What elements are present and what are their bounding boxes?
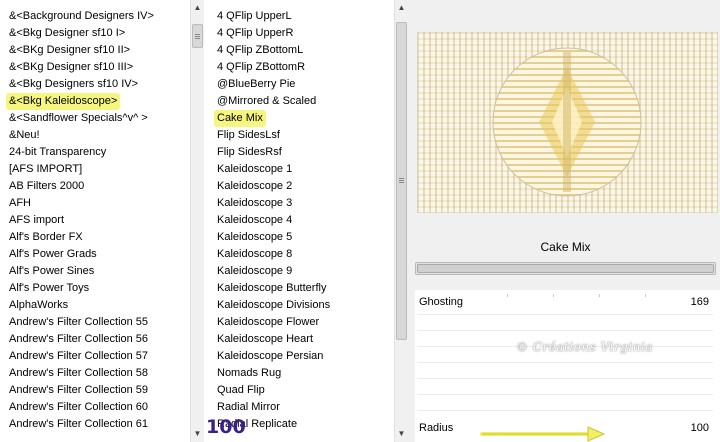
category-list-item[interactable]: Andrew's Filter Collection 60 [6, 399, 151, 416]
grip-line [195, 38, 200, 39]
category-list-item[interactable]: &<Background Designers IV> [6, 8, 157, 25]
slider-tick [645, 294, 646, 297]
scroll-up-icon[interactable]: ▲ [191, 0, 204, 16]
filter-list-item[interactable]: Kaleidoscope Heart [214, 331, 316, 348]
filter-list-item[interactable]: Nomads Rug [214, 365, 284, 382]
category-list-item[interactable]: AFS import [6, 212, 67, 229]
ghosting-value: 169 [690, 296, 709, 308]
scroll-thumb[interactable] [396, 22, 407, 340]
grip-line [195, 36, 200, 37]
radius-value: 100 [690, 422, 709, 434]
scroll-up-icon[interactable]: ▲ [395, 0, 408, 16]
filter-list-item[interactable]: Kaleidoscope Divisions [214, 297, 333, 314]
slider-tick [507, 294, 508, 297]
filter-list-item[interactable]: Kaleidoscope 8 [214, 246, 295, 263]
slider-tick [553, 294, 554, 297]
category-list-item[interactable]: &<Sandflower Specials^v^ > [6, 110, 151, 127]
filter-list-item[interactable]: Flip SidesLsf [214, 127, 283, 144]
row-divider [417, 314, 713, 315]
category-list-item[interactable]: Andrew's Filter Collection 55 [6, 314, 151, 331]
category-list-item[interactable]: [AFS IMPORT] [6, 161, 85, 178]
filter-list-item[interactable]: Quad Flip [214, 382, 268, 399]
filter-list-item[interactable]: @Mirrored & Scaled [214, 93, 319, 110]
filter-list-item[interactable]: 4 QFlip ZBottomR [214, 59, 308, 76]
row-divider [417, 330, 713, 331]
filter-list-item[interactable]: Kaleidoscope 1 [214, 161, 295, 178]
filter-name-label: Cake Mix [540, 240, 591, 254]
radius-label: Radius [419, 422, 454, 434]
filter-list-item[interactable]: Radial Mirror [214, 399, 283, 416]
filter-preview-image [417, 32, 718, 213]
filter-list-item[interactable]: Kaleidoscope Persian [214, 348, 326, 365]
category-list-scrollbar[interactable]: ▲ ▼ [190, 0, 204, 442]
filter-list-item[interactable]: Kaleidoscope Butterfly [214, 280, 329, 297]
category-list-item[interactable]: AFH [6, 195, 34, 212]
filter-category-list[interactable]: &<Background Designers IV> &<Bkg Designer… [0, 0, 204, 442]
grip-line [399, 182, 404, 183]
row-divider [417, 362, 713, 363]
filter-list-item[interactable]: Kaleidoscope Flower [214, 314, 322, 331]
filter-list-item[interactable]: 4 QFlip UpperR [214, 25, 296, 42]
category-list-item[interactable]: &<BKg Designer sf10 II> [6, 42, 133, 59]
category-list-item[interactable]: Andrew's Filter Collection 59 [6, 382, 151, 399]
radius-highlight-value: 100 [206, 416, 246, 438]
row-divider [417, 410, 713, 411]
category-list-item[interactable]: &Neu! [6, 127, 43, 144]
slider-tick [599, 294, 600, 297]
category-list-item[interactable]: &<BKg Designer sf10 III> [6, 59, 136, 76]
category-list-item[interactable]: Alf's Power Toys [6, 280, 92, 297]
filter-list[interactable]: 4 QFlip UpperL 4 QFlip UpperR 4 QFlip ZBot… [208, 0, 408, 442]
filter-list-item[interactable]: Kaleidoscope 4 [214, 212, 295, 229]
scroll-down-icon[interactable]: ▼ [395, 426, 408, 442]
category-list-item[interactable]: &<Bkg Designers sf10 IV> [6, 76, 141, 93]
filter-list-item[interactable]: Cake Mix [214, 110, 266, 127]
grip-line [399, 180, 404, 181]
ghosting-slider[interactable]: Ghosting 169 [415, 296, 713, 312]
category-list-item[interactable]: Alf's Power Grads [6, 246, 100, 263]
filter-list-scrollbar[interactable]: ▲ ▼ [394, 0, 408, 442]
filter-list-item[interactable]: Kaleidoscope 3 [214, 195, 295, 212]
filter-list-item[interactable]: Kaleidoscope 9 [214, 263, 295, 280]
category-list-item[interactable]: Andrew's Filter Collection 61 [6, 416, 151, 433]
scroll-down-icon[interactable]: ▼ [191, 426, 204, 442]
category-list-item[interactable]: &<Bkg Kaleidoscope> [6, 93, 121, 110]
filter-list-item[interactable]: 4 QFlip UpperL [214, 8, 295, 25]
scroll-thumb[interactable] [192, 24, 203, 48]
row-divider [417, 394, 713, 395]
category-list-item[interactable]: 24-bit Transparency [6, 144, 109, 161]
watermark: © Créations Virginia [516, 340, 653, 354]
grip-line [195, 34, 200, 35]
parameter-list: Ghosting 169 Radius 100 [415, 290, 720, 442]
category-list-item[interactable]: Andrew's Filter Collection 56 [6, 331, 151, 348]
ghosting-label: Ghosting [419, 296, 464, 308]
category-list-item[interactable]: AlphaWorks [6, 297, 71, 314]
category-list-item[interactable]: Alf's Border FX [6, 229, 86, 246]
preview-scroll-thumb[interactable] [417, 264, 714, 273]
filter-list-item[interactable]: Flip SidesRsf [214, 144, 285, 161]
annotation-arrow-icon [480, 426, 606, 442]
category-list-item[interactable]: Alf's Power Sines [6, 263, 97, 280]
category-list-item[interactable]: &<Bkg Designer sf10 I> [6, 25, 128, 42]
category-list-item[interactable]: AB Filters 2000 [6, 178, 87, 195]
filter-list-item[interactable]: 4 QFlip ZBottomL [214, 42, 306, 59]
kaleidoscope-pattern [417, 32, 718, 213]
filter-settings-panel: Cake Mix Ghosting 169 Radius 100 [408, 0, 720, 442]
category-list-item[interactable]: Andrew's Filter Collection 58 [6, 365, 151, 382]
filter-list-item[interactable]: @BlueBerry Pie [214, 76, 298, 93]
preview-scrollbar[interactable] [415, 262, 716, 275]
filter-list-item[interactable]: Kaleidoscope 2 [214, 178, 295, 195]
filter-list-item[interactable]: Kaleidoscope 5 [214, 229, 295, 246]
grip-line [399, 178, 404, 179]
row-divider [417, 378, 713, 379]
category-list-item[interactable]: Andrew's Filter Collection 57 [6, 348, 151, 365]
